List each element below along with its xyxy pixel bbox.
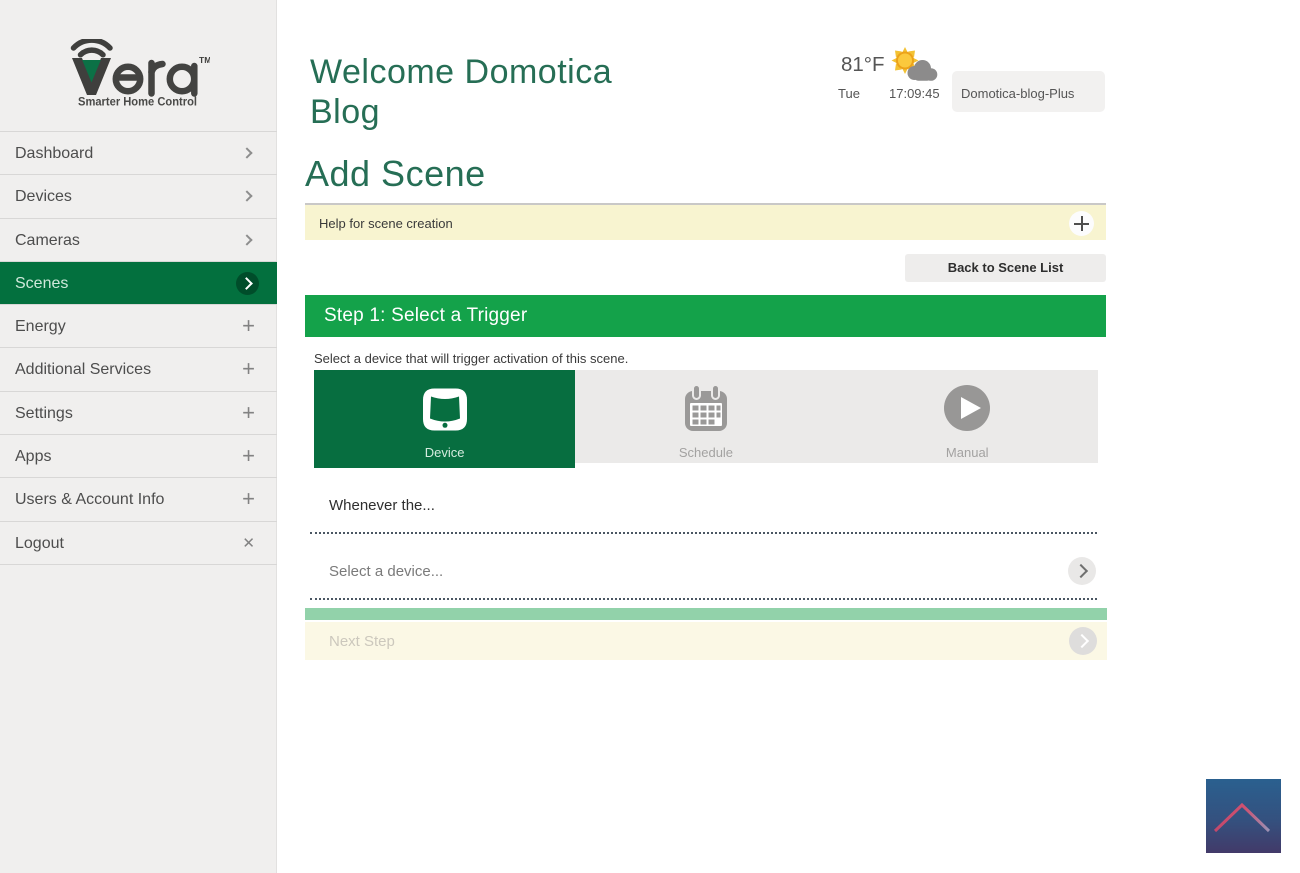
svg-text:TM: TM <box>199 55 210 65</box>
svg-text:Smarter Home Control: Smarter Home Control <box>78 95 197 109</box>
